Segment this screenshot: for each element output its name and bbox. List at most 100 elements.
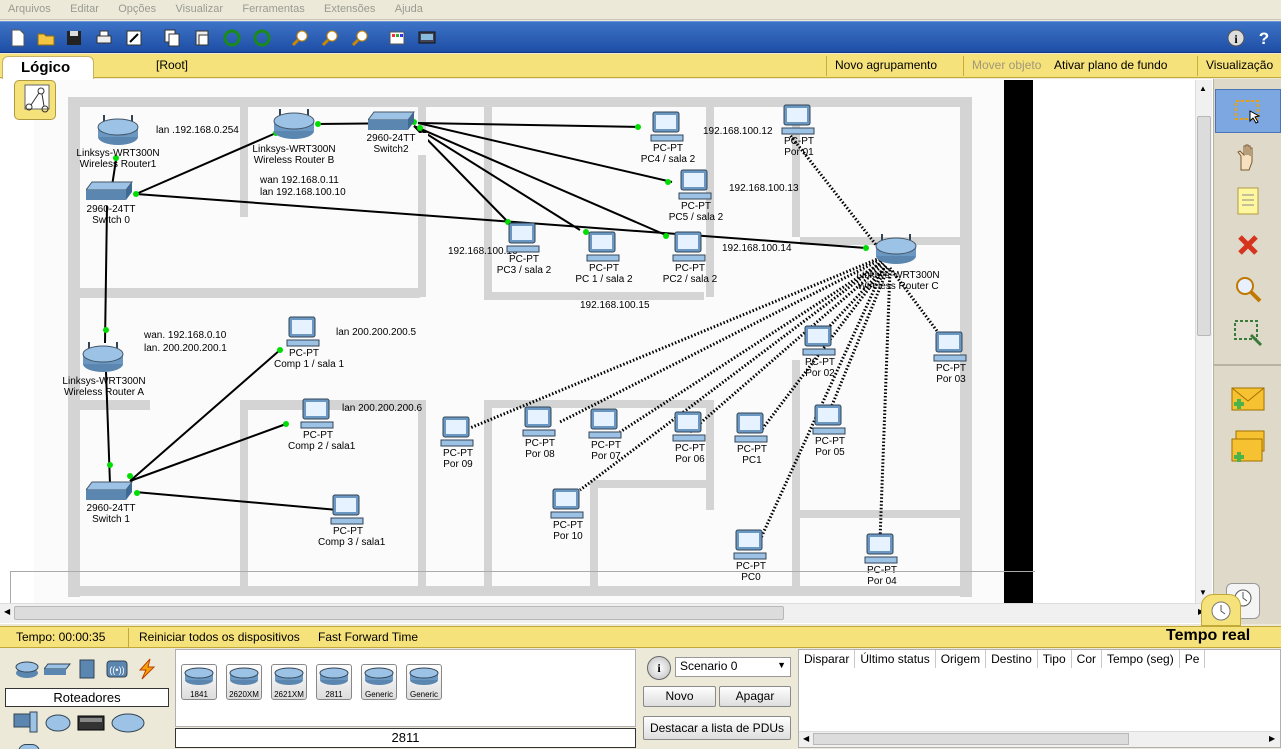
realtime-mode-icon[interactable] [1201, 594, 1241, 626]
pc-icon[interactable] [506, 222, 542, 257]
pdu-column-header[interactable]: Cor [1071, 650, 1103, 668]
open-folder-icon[interactable] [34, 26, 58, 50]
router-model-0[interactable]: 1841 [181, 664, 217, 700]
pc-icon[interactable] [734, 412, 770, 447]
pdu-scroll-right-icon[interactable]: ▶ [1269, 734, 1275, 743]
wireless-router-1-icon[interactable] [96, 113, 140, 150]
pc-icon[interactable] [586, 231, 622, 266]
resize-shape-tool-icon[interactable] [1214, 311, 1281, 355]
switches-category-icon[interactable] [42, 658, 72, 683]
pdu-column-header[interactable]: Pe [1179, 650, 1206, 668]
pc-icon[interactable] [330, 494, 366, 529]
connections-category-icon[interactable] [134, 658, 160, 683]
redo-icon[interactable] [250, 26, 274, 50]
custom-device-icon[interactable] [415, 26, 439, 50]
pc-icon[interactable] [440, 416, 476, 451]
menu-edit[interactable]: Editar [70, 0, 99, 15]
activity-wizard-icon[interactable] [122, 26, 146, 50]
delete-scenario-button[interactable]: Apagar [719, 686, 791, 707]
pc-icon[interactable] [300, 398, 336, 433]
add-complex-pdu-icon[interactable] [1214, 425, 1281, 469]
menu-extensions[interactable]: Extensões [324, 0, 375, 15]
scroll-left-icon[interactable]: ◀ [4, 607, 10, 616]
end-devices-category-icon[interactable] [12, 710, 40, 739]
new-scenario-button[interactable]: Novo [643, 686, 716, 707]
pdu-horizontal-scrollbar[interactable]: ◀ ▶ [799, 731, 1280, 747]
router-model-4[interactable]: Generic [361, 664, 397, 700]
multiuser-category-icon[interactable] [110, 710, 146, 739]
switch-1-icon[interactable] [85, 480, 134, 505]
scroll-up-icon[interactable]: ▲ [1199, 84, 1207, 93]
navigation-icon[interactable] [14, 80, 56, 120]
horizontal-scrollbar[interactable]: ◀ ▶ [0, 603, 1213, 623]
zoom-in-icon[interactable] [288, 26, 312, 50]
pc-icon[interactable] [933, 331, 969, 366]
logical-workspace[interactable]: Linksys-WRT300N Wireless Router1 Linksys-… [34, 80, 1004, 603]
routers-category-icon[interactable] [14, 658, 40, 683]
custom-devices-category-icon[interactable] [76, 710, 106, 739]
hand-tool-icon[interactable] [1214, 135, 1281, 179]
select-tool-icon[interactable] [1215, 89, 1281, 133]
pc-icon[interactable] [672, 411, 708, 446]
move-object-button[interactable]: Mover objeto [963, 56, 1049, 76]
pdu-column-header[interactable]: Último status [854, 650, 936, 668]
menu-options[interactable]: Opções [118, 0, 156, 15]
wireless-router-a-icon[interactable] [81, 340, 125, 377]
inspect-tool-icon[interactable] [1214, 267, 1281, 311]
viewport-button[interactable]: Visualização [1197, 56, 1281, 76]
add-simple-pdu-icon[interactable] [1214, 377, 1281, 421]
tab-logical[interactable]: Lógico [2, 56, 94, 79]
pc-icon[interactable] [678, 169, 714, 204]
hubs-category-icon[interactable] [74, 658, 100, 683]
pc-icon[interactable] [588, 408, 624, 443]
pc-icon[interactable] [781, 104, 817, 139]
menu-file[interactable]: Arquivos [8, 0, 51, 15]
horizontal-scroll-thumb[interactable] [14, 606, 784, 620]
breadcrumb[interactable]: [Root] [156, 58, 188, 72]
menu-view[interactable]: Visualizar [176, 0, 224, 15]
reset-devices-button[interactable]: Reiniciar todos os dispositivos [139, 630, 300, 644]
vertical-scrollbar[interactable]: ▲ ▼ [1195, 80, 1212, 603]
palette-icon[interactable] [385, 26, 409, 50]
fast-forward-button[interactable]: Fast Forward Time [318, 630, 418, 644]
pdu-column-header[interactable]: Destino [985, 650, 1038, 668]
pc-icon[interactable] [864, 533, 900, 568]
paste-icon[interactable] [190, 26, 214, 50]
set-background-button[interactable]: Ativar plano de fundo [1046, 56, 1175, 76]
switch-2-icon[interactable] [367, 110, 416, 135]
menu-help[interactable]: Ajuda [395, 0, 423, 15]
vertical-scroll-thumb[interactable] [1197, 116, 1211, 336]
more-category-icon[interactable] [18, 744, 40, 749]
pc-icon[interactable] [802, 325, 838, 360]
pdu-column-header[interactable]: Disparar [799, 650, 856, 668]
undo-icon[interactable] [220, 26, 244, 50]
pc-icon[interactable] [672, 231, 708, 266]
zoom-out-icon[interactable] [348, 26, 372, 50]
wireless-category-icon[interactable]: ((•)) [104, 658, 130, 683]
delete-tool-icon[interactable] [1214, 223, 1281, 267]
pc-icon[interactable] [550, 488, 586, 523]
wireless-router-b-icon[interactable] [272, 107, 316, 144]
help-icon[interactable]: ? [1252, 26, 1276, 50]
new-cluster-button[interactable]: Novo agrupamento [826, 56, 945, 76]
router-model-1[interactable]: 2620XM [226, 664, 262, 700]
copy-icon[interactable] [160, 26, 184, 50]
pc-icon[interactable] [812, 404, 848, 439]
note-tool-icon[interactable] [1214, 179, 1281, 223]
pc-icon[interactable] [650, 111, 686, 146]
save-icon[interactable] [62, 26, 86, 50]
pdu-column-header[interactable]: Tipo [1037, 650, 1072, 668]
info-icon[interactable]: i [1224, 26, 1248, 50]
print-icon[interactable] [92, 26, 116, 50]
scenario-select[interactable]: Scenario 0 ▼ [675, 657, 791, 677]
wan-emulation-category-icon[interactable] [44, 710, 72, 739]
pc-icon[interactable] [286, 316, 322, 351]
zoom-reset-icon[interactable] [318, 26, 342, 50]
new-file-icon[interactable] [6, 26, 30, 50]
router-model-5[interactable]: Generic [406, 664, 442, 700]
pc-icon[interactable] [522, 406, 558, 441]
pdu-column-header[interactable]: Tempo (seg) [1101, 650, 1180, 668]
pdu-column-header[interactable]: Origem [935, 650, 987, 668]
menu-tools[interactable]: Ferramentas [242, 0, 304, 15]
wireless-router-c-icon[interactable] [874, 232, 918, 269]
